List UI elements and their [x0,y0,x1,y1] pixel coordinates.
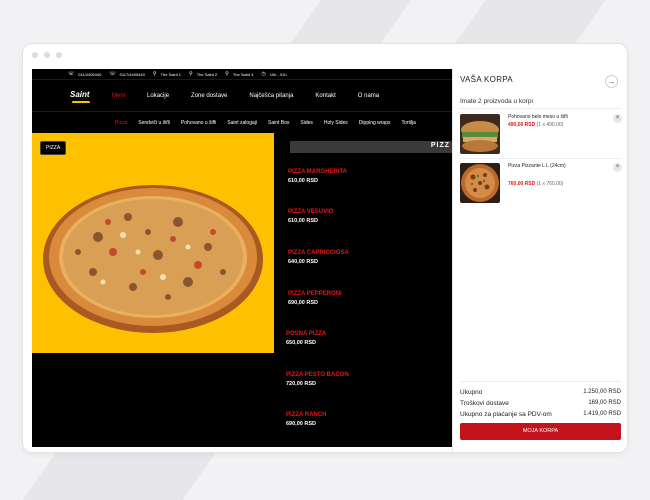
phone-1[interactable]: 011/4405440 [78,72,101,77]
menu-item-name: PIZZA CAPRICCIOSA [288,250,349,256]
menu-item[interactable]: PIZZA PEPPERONI 690,00 RSD [288,291,342,306]
top-info-bar: ☏ 011/4405440 ☏ 0117/4405440 ⚲ The Saint… [32,69,452,79]
divider [460,158,621,159]
total-value: 1.419,00 RSD [583,411,621,417]
menu-item[interactable]: PIZZA CAPRICCIOSA 640,00 RSD [288,250,349,265]
cart-title: VAŠA KORPA [460,75,513,84]
category-tab[interactable]: Dipping wraps [359,120,391,126]
nav-item[interactable]: Lokacije [147,93,169,99]
menu-item[interactable]: PIZZA PESTO BACON 720,00 RSD [286,372,349,387]
category-tab[interactable]: Pizza [115,120,127,126]
main-nav-links: Meni Lokacije Zone dostave Najčešća pitanja… [112,93,401,99]
main-nav: Saint Meni Lokacije Zone dostave Najčešća p… [32,79,452,111]
category-tab[interactable]: Saint zalogaji [227,120,257,126]
cart-totals: Ukupno 1.250,00 RSD Troškovi dostave 169,00… [460,387,621,420]
category-tab[interactable]: Tortilja [402,120,416,126]
nav-item[interactable]: Kontakt [315,93,335,99]
category-tab[interactable]: Saint Box [268,120,289,126]
cart-count-text: Imate 2 proizvoda u korpi [460,98,533,105]
menu-item-price: 690,00 RSD [286,421,316,427]
menu-item-price: 610,00 RSD [288,178,318,184]
total-row: Ukupno za plaćanje sa PDV-om 1.419,00 RSD [460,409,621,420]
menu-item[interactable]: PIZZA RANCH 690,00 RSD [286,412,326,427]
nav-item[interactable]: Najčešća pitanja [249,93,293,99]
cart-item-price: 490,00 RSD (1 x 490,00) [508,122,564,128]
category-hero: PIZZA [32,133,274,353]
remove-item-icon[interactable]: × [613,163,622,172]
cart-item-name: Pohovano belo meso u šifli [508,114,568,120]
total-label: Troškovi dostave [460,400,509,407]
total-value: 169,00 RSD [588,400,621,406]
cart-item-price: 760,00 RSD (1 x 760,00) [508,181,564,187]
banner-text: PIZZ [430,142,450,149]
window-dots [32,52,62,58]
nav-item[interactable]: O nama [358,93,379,99]
remove-item-icon[interactable]: × [613,114,622,123]
opening-hours: 10h - 01h [269,71,287,77]
clock-icon: ◷ [261,71,266,77]
menu-item-price: 640,00 RSD [288,259,318,265]
cart-item-image [460,114,500,154]
total-label: Ukupno za plaćanje sa PDV-om [460,411,552,418]
menu-item[interactable]: PIZZA MARGHERITA 610,00 RSD [288,169,347,184]
menu-item-name: POSNA PIZZA [286,331,327,337]
location-2[interactable]: The Saint 2 [197,72,217,77]
menu-item-name: PIZZA PESTO BACON [286,372,349,378]
nav-item[interactable]: Zone dostave [191,93,227,99]
phone-icon: ☏ [109,71,116,77]
menu-item[interactable]: POSNA PIZZA 650,00 RSD [286,331,326,346]
close-cart-arrow-icon[interactable]: → [605,75,618,88]
menu-item-name: PIZZA PEPPERONI [288,291,342,297]
menu-item-price: 720,00 RSD [286,381,316,387]
total-label: Ukupno [460,389,483,396]
menu-item-price: 610,00 RSD [288,218,318,224]
cart-item: Pohovano belo meso u šifli 490,00 RSD (1… [460,114,622,156]
pizza-image [43,185,263,333]
browser-window: ☏ 011/4405440 ☏ 0117/4405440 ⚲ The Saint… [22,43,628,453]
location-pin-icon: ⚲ [225,71,229,77]
saint-logo[interactable]: Saint [70,89,92,103]
menu-item-price: 650,00 RSD [286,340,316,346]
phone-icon: ☏ [68,71,75,77]
category-tab[interactable]: Sides [300,120,313,126]
cart-item: Pizza Pizzante L L (24cm) 760,00 RSD (1 … [460,163,622,205]
cart-item-name: Pizza Pizzante L L (24cm) [508,163,566,169]
location-pin-icon: ⚲ [152,71,157,77]
category-tab[interactable]: Sendviči u šifli [138,120,170,126]
location-3[interactable]: The Saint 3 [233,72,253,77]
divider [460,381,621,382]
divider [460,108,621,109]
cart-panel: VAŠA KORPA → Imate 2 proizvoda u korpi P… [452,69,627,452]
phone-2[interactable]: 0117/4405440 [120,72,145,77]
category-tag: PIZZA [40,141,67,155]
category-banner: PIZZ [290,141,452,153]
total-row: Ukupno 1.250,00 RSD [460,387,621,398]
menu-item-price: 690,00 RSD [288,300,318,306]
total-row: Troškovi dostave 169,00 RSD [460,398,621,409]
location-pin-icon: ⚲ [189,71,193,77]
location-1[interactable]: The Saint 1 [161,72,181,77]
category-nav: Pizza Sendviči u šifli Pohovano u šifli Sai… [32,111,452,133]
category-tab[interactable]: Holy Sides [324,120,348,126]
nav-item[interactable]: Meni [112,93,125,99]
menu-item[interactable]: PIZZA VESUVIO 610,00 RSD [288,209,333,224]
total-value: 1.250,00 RSD [583,389,621,395]
menu-item-name: PIZZA MARGHERITA [288,169,347,175]
checkout-button[interactable]: MOJA KORPA [460,423,621,440]
category-tab[interactable]: Pohovano u šifli [181,120,216,126]
restaurant-site: ☏ 011/4405440 ☏ 0117/4405440 ⚲ The Saint… [32,69,452,447]
menu-item-name: PIZZA RANCH [286,412,327,418]
menu-item-name: PIZZA VESUVIO [288,209,334,215]
cart-item-image [460,163,500,203]
